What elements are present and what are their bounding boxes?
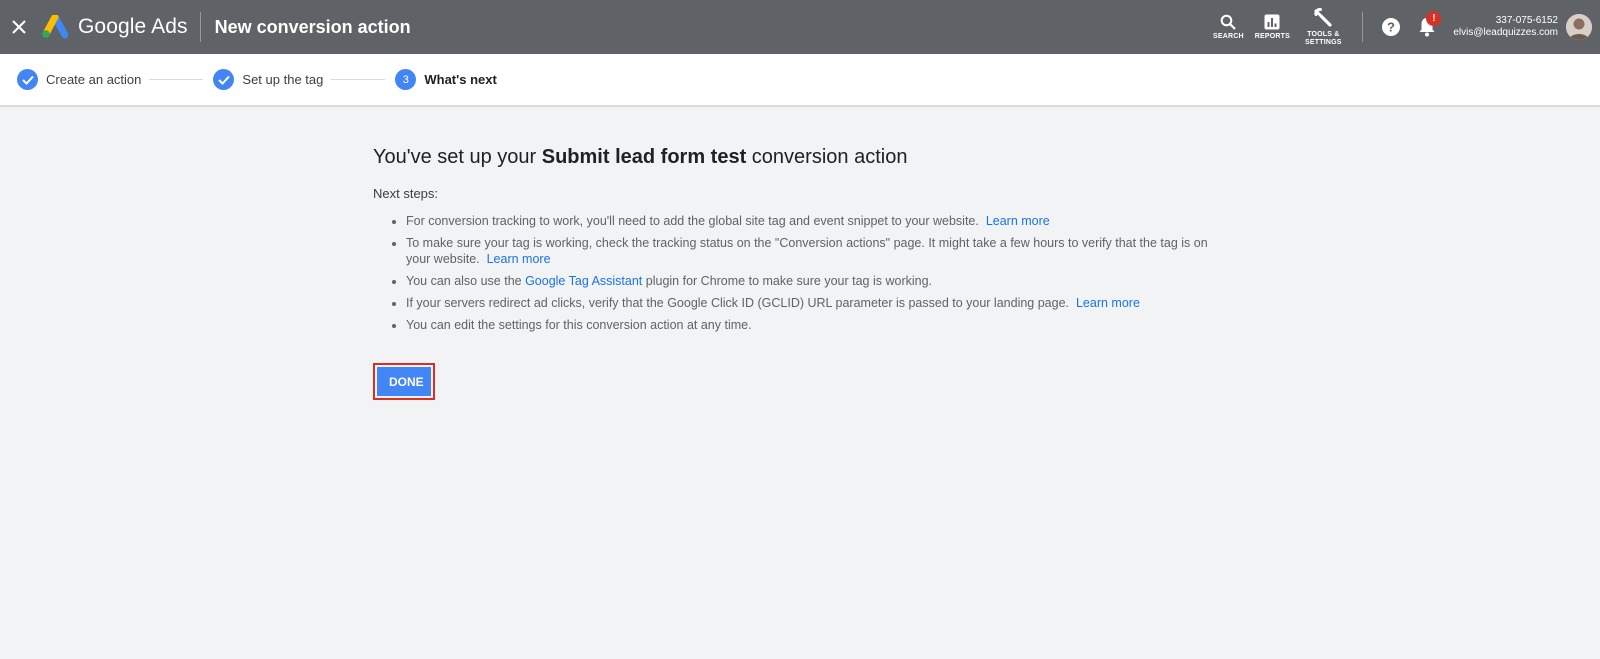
account-phone: 337-075-6152 xyxy=(1495,15,1558,26)
google-ads-logo-icon xyxy=(42,15,68,39)
search-icon xyxy=(1221,14,1237,30)
step-label: Create an action xyxy=(46,72,142,87)
learn-more-link[interactable]: Learn more xyxy=(487,252,551,266)
stepper: Create an action Set up the tag 3 What's… xyxy=(0,54,1600,107)
page-title: New conversion action xyxy=(214,16,411,37)
list-item: You can edit the settings for this conve… xyxy=(406,317,1233,333)
header-actions-divider xyxy=(1362,12,1364,42)
top-bar: Google Ads New conversion action SEARCH … xyxy=(0,0,1600,54)
learn-more-link[interactable]: Learn more xyxy=(986,214,1050,228)
step-label: What's next xyxy=(424,72,497,87)
avatar-icon xyxy=(1566,14,1592,40)
list-item-text: If your servers redirect ad clicks, veri… xyxy=(406,296,1070,310)
account-info[interactable]: 337-075-6152 elvis@leadquizzes.com xyxy=(1453,15,1558,39)
google-ads-logo[interactable]: Google Ads xyxy=(38,0,188,54)
conversion-action-name: Submit lead form test xyxy=(541,146,747,168)
check-icon xyxy=(17,69,38,90)
notifications-button[interactable]: ! xyxy=(1409,0,1445,54)
close-icon[interactable] xyxy=(0,0,38,54)
step-whats-next[interactable]: 3 What's next xyxy=(395,69,497,90)
tools-label: TOOLS & SETTINGS xyxy=(1305,31,1342,47)
reports-icon xyxy=(1264,14,1280,29)
help-icon: ? xyxy=(1382,18,1401,36)
brand-name: Google Ads xyxy=(78,15,188,38)
help-button[interactable]: ? xyxy=(1373,0,1409,54)
next-steps-list: For conversion tracking to work, you'll … xyxy=(373,213,1233,333)
avatar[interactable] xyxy=(1566,14,1592,40)
search-button[interactable]: SEARCH xyxy=(1206,0,1250,54)
reports-button[interactable]: REPORTS xyxy=(1250,0,1294,54)
step-create-action[interactable]: Create an action xyxy=(17,69,141,90)
step-connector xyxy=(149,79,204,80)
learn-more-link[interactable]: Learn more xyxy=(1076,296,1140,310)
tools-label-line2: SETTINGS xyxy=(1305,38,1342,46)
search-label: SEARCH xyxy=(1212,32,1244,40)
done-button[interactable]: DONE xyxy=(377,367,431,396)
account-email: elvis@leadquizzes.com xyxy=(1453,27,1558,38)
headline-suffix: conversion action xyxy=(746,146,908,168)
list-item-text: You can edit the settings for this conve… xyxy=(406,318,752,332)
next-steps-label: Next steps: xyxy=(373,186,439,201)
list-item-text: For conversion tracking to work, you'll … xyxy=(406,214,979,228)
list-item: For conversion tracking to work, you'll … xyxy=(406,213,1233,229)
list-item-text: plugin for Chrome to make sure your tag … xyxy=(642,274,933,288)
svg-text:?: ? xyxy=(1387,20,1395,35)
confirmation-headline: You've set up your Submit lead form test… xyxy=(373,146,1233,169)
notification-badge: ! xyxy=(1426,11,1442,26)
done-button-highlight: DONE xyxy=(373,363,435,400)
list-item-text: You can also use the xyxy=(406,274,526,288)
reports-label: REPORTS xyxy=(1254,32,1290,40)
check-icon xyxy=(213,69,235,90)
tools-settings-button[interactable]: TOOLS & SETTINGS xyxy=(1294,0,1352,54)
tools-label-line1: TOOLS & xyxy=(1307,30,1340,38)
google-tag-assistant-link[interactable]: Google Tag Assistant xyxy=(525,274,642,288)
step-number: 3 xyxy=(395,69,417,90)
main-content: You've set up your Submit lead form test… xyxy=(373,146,1233,400)
headline-prefix: You've set up your xyxy=(373,146,542,168)
step-set-up-tag[interactable]: Set up the tag xyxy=(213,69,323,90)
list-item: To make sure your tag is working, check … xyxy=(406,235,1233,267)
wrench-icon xyxy=(1314,7,1332,27)
header-divider xyxy=(199,12,201,42)
step-label: Set up the tag xyxy=(242,72,324,87)
list-item: If your servers redirect ad clicks, veri… xyxy=(406,295,1233,311)
step-connector xyxy=(331,79,386,80)
list-item: You can also use the Google Tag Assistan… xyxy=(406,273,1233,289)
header-actions: SEARCH REPORTS TOOLS & SETTINGS ? ! 337-… xyxy=(1206,0,1600,54)
